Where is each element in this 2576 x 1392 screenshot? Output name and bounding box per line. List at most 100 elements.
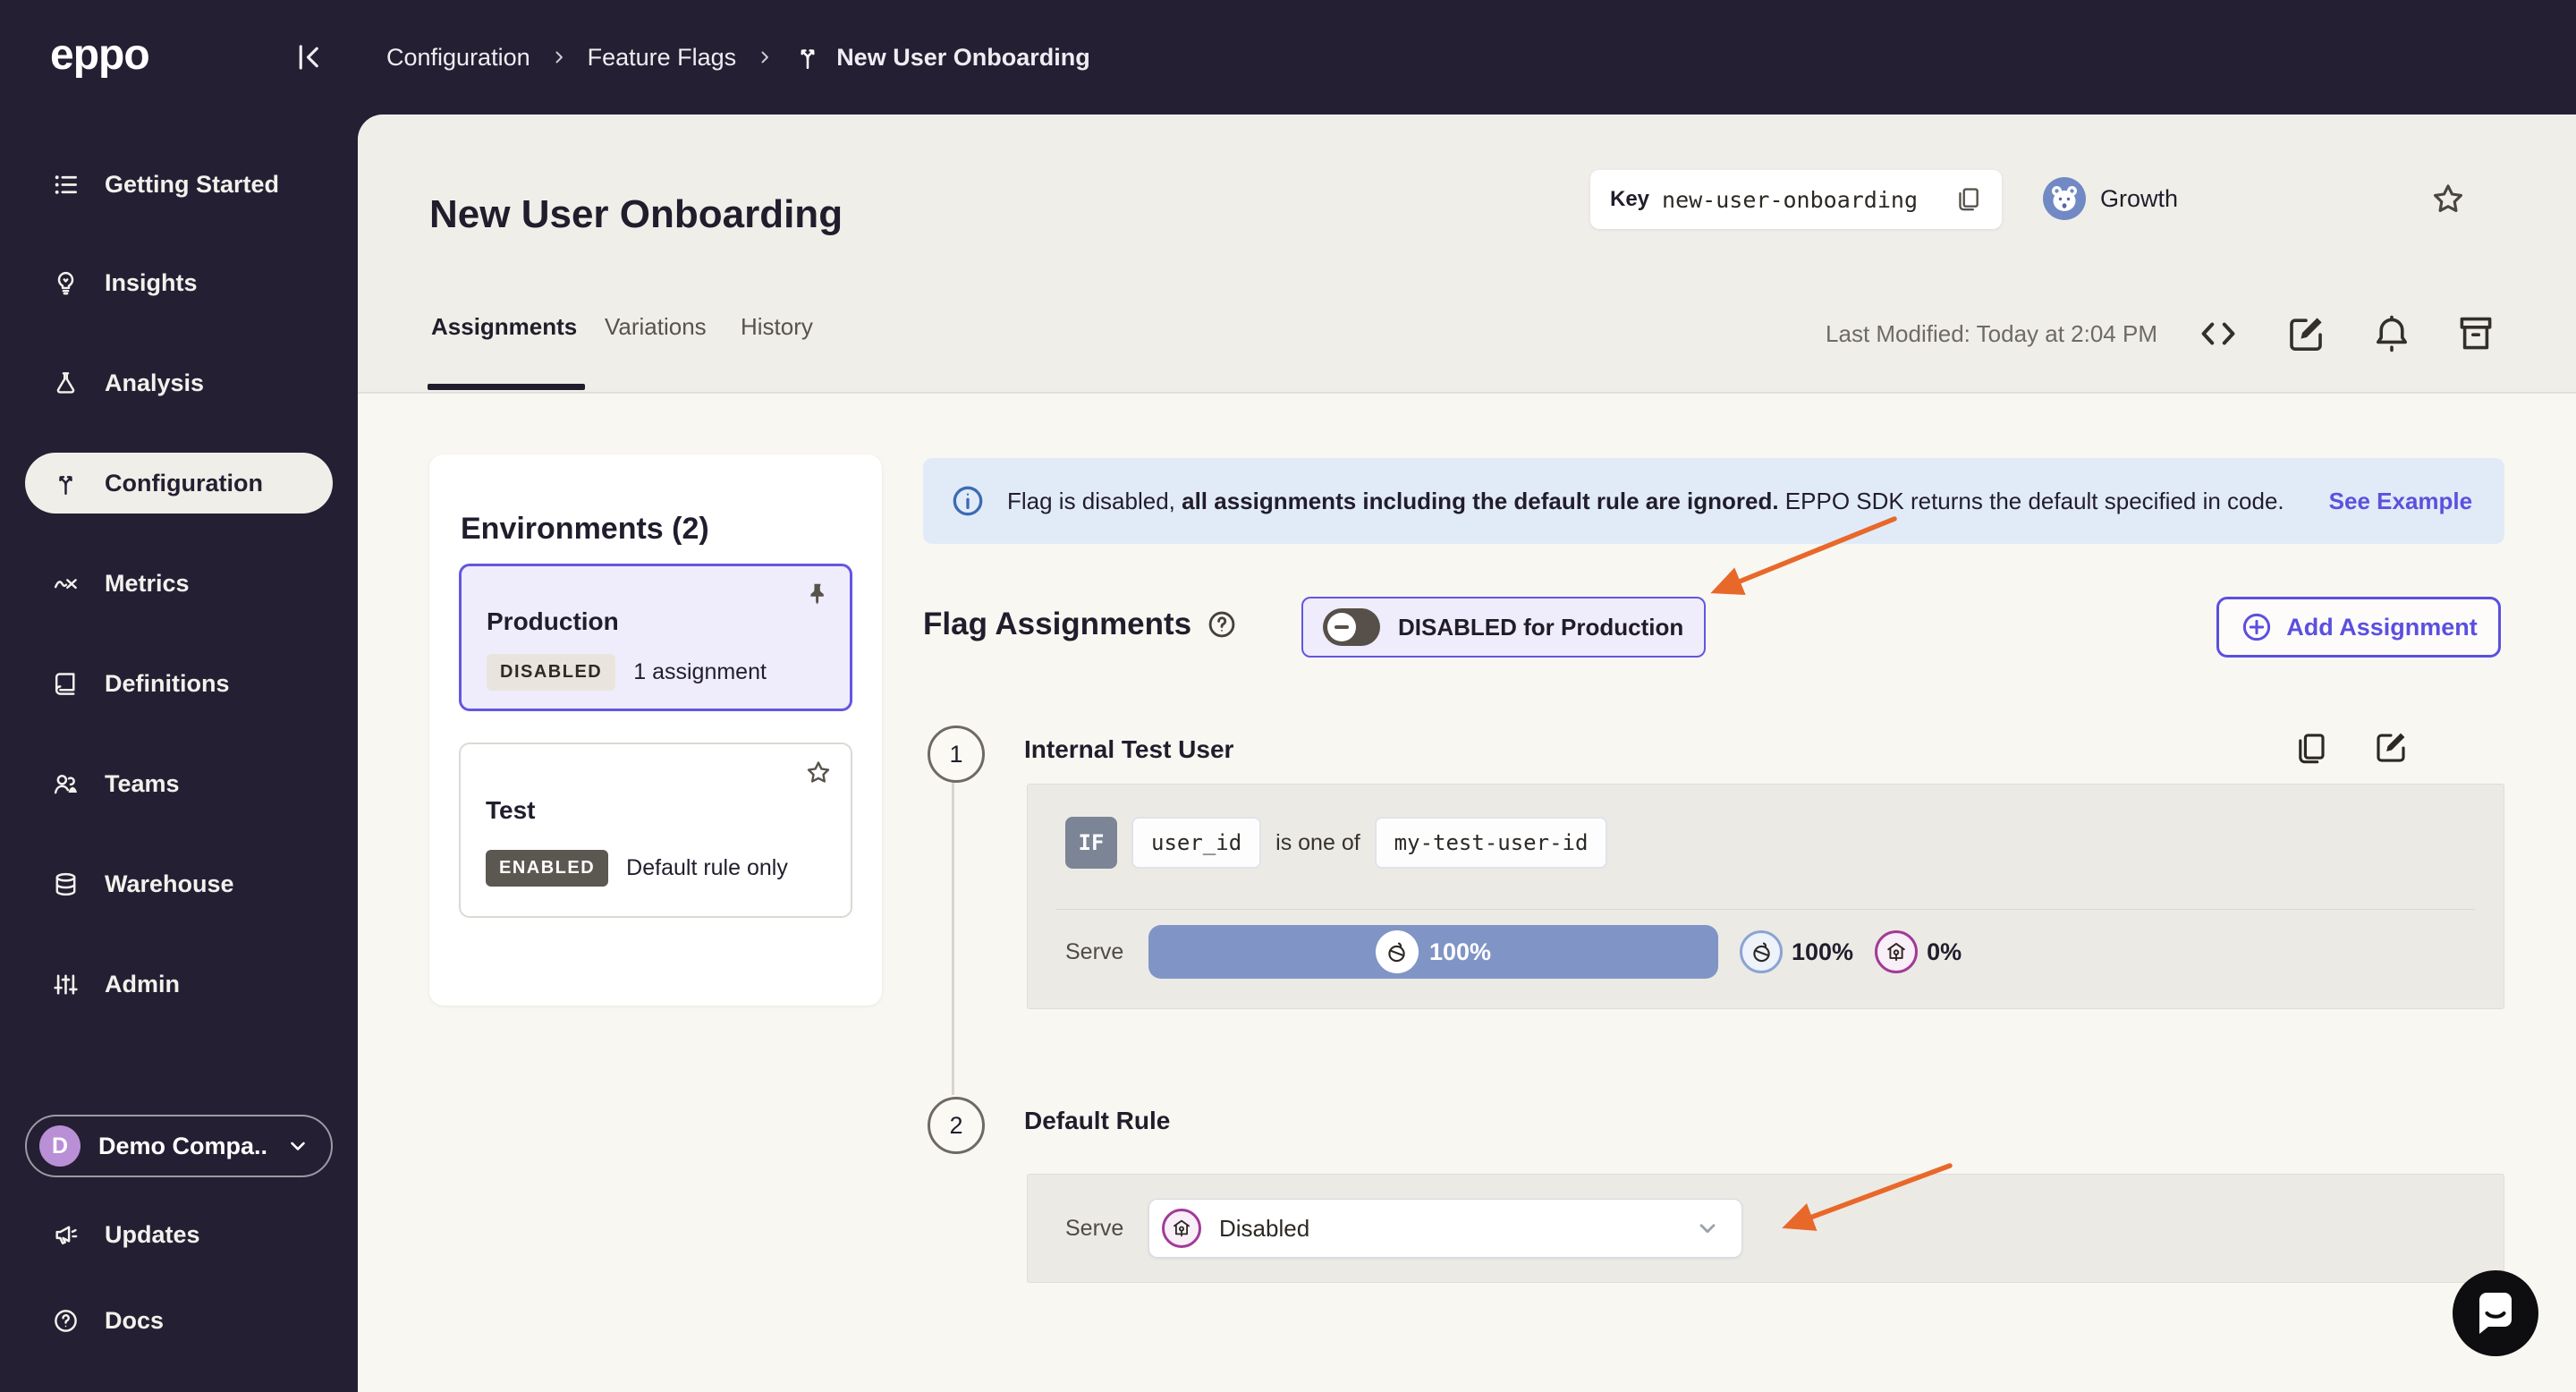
rule-name-default-rule: Default Rule (1024, 1107, 1171, 1134)
chevron-down-icon (1695, 1216, 1720, 1241)
sidebar-item-teams[interactable]: Teams (25, 755, 333, 812)
chat-launcher-button[interactable] (2453, 1270, 2538, 1356)
environment-card-production[interactable]: Production DISABLED 1 assignment (459, 564, 852, 711)
info-icon (950, 483, 986, 519)
sidebar-item-insights[interactable]: Insights (25, 254, 333, 311)
sidebar-item-admin[interactable]: Admin (25, 955, 333, 1013)
environments-card: Environments (2) Production DISABLED 1 a… (429, 454, 882, 1006)
sidebar-item-metrics[interactable]: Metrics (25, 555, 333, 612)
condition-attribute-chip[interactable]: user_id (1131, 817, 1262, 869)
add-assignment-button[interactable]: Add Assignment (2216, 597, 2501, 658)
last-modified-text: Last Modified: Today at 2:04 PM (1826, 320, 2157, 347)
serve-label: Serve (1065, 938, 1124, 964)
serve-label: Serve (1065, 1215, 1124, 1241)
environment-name: Production (487, 607, 619, 635)
tab-history[interactable]: History (741, 313, 813, 341)
sidebar-item-docs[interactable]: Docs (25, 1292, 333, 1349)
bear-team-icon (2043, 177, 2086, 220)
breadcrumb-configuration[interactable]: Configuration (386, 44, 530, 72)
sidebar-item-warehouse[interactable]: Warehouse (25, 855, 333, 912)
serve-row: Serve Disabled (1065, 1199, 1742, 1258)
archive-icon[interactable] (2454, 312, 2497, 355)
code-icon[interactable] (2197, 312, 2240, 355)
legend-percent: 0% (1927, 938, 1962, 965)
sidebar-item-label: Insights (105, 268, 198, 296)
sidebar-collapse-button[interactable] (293, 41, 326, 73)
team-badge[interactable]: Growth (2043, 177, 2178, 220)
toggle-off-icon (1323, 608, 1380, 646)
sidebar-item-label: Warehouse (105, 870, 234, 897)
banner-text: Flag is disabled, all assignments includ… (1007, 487, 2284, 514)
sidebar-item-definitions[interactable]: Definitions (25, 655, 333, 712)
step-connector-line (952, 780, 954, 1095)
flag-enable-toggle[interactable]: DISABLED for Production (1301, 597, 1706, 658)
tab-assignments[interactable]: Assignments (431, 313, 577, 341)
favorite-star-icon[interactable] (2429, 181, 2467, 218)
legend-disabled-variation: 0% (1875, 930, 1962, 973)
sidebar-item-getting-started[interactable]: Getting Started (25, 156, 333, 213)
people-icon (52, 770, 80, 798)
star-icon[interactable] (804, 759, 833, 787)
toggle-label: DISABLED for Production (1398, 613, 1684, 641)
key-label: Key (1610, 187, 1650, 211)
flask-icon (52, 369, 80, 397)
help-icon (52, 1307, 80, 1335)
edit-icon[interactable] (2284, 312, 2327, 355)
team-name: Growth (2100, 184, 2179, 212)
flag-branch-icon (793, 43, 822, 72)
environment-detail: Default rule only (626, 855, 788, 880)
copy-rule-icon[interactable] (2292, 730, 2329, 768)
chevron-down-icon (286, 1134, 309, 1158)
add-assignment-label: Add Assignment (2286, 613, 2478, 641)
sidebar-item-configuration[interactable]: Configuration (25, 453, 333, 514)
condition-value-chip[interactable]: my-test-user-id (1374, 817, 1608, 869)
bell-icon[interactable] (2370, 312, 2413, 355)
enabled-variation-icon (1740, 930, 1783, 973)
sidebar-item-analysis[interactable]: Analysis (25, 354, 333, 412)
sidebar-item-label: Metrics (105, 569, 190, 597)
question-icon[interactable] (1206, 608, 1238, 641)
sidebar: Getting Started Insights Analysis Config… (0, 115, 358, 1392)
copy-icon[interactable] (1953, 185, 1982, 214)
legend-percent: 100% (1792, 938, 1854, 965)
org-name: Demo Compa... (98, 1132, 268, 1159)
sidebar-item-updates[interactable]: Updates (25, 1206, 333, 1263)
flag-key-pill[interactable]: Key new-user-onboarding (1590, 170, 2002, 229)
edit-rule-icon[interactable] (2372, 728, 2410, 766)
main-panel: New User Onboarding Key new-user-onboard… (358, 115, 2576, 1392)
chat-bubble-icon (2453, 1270, 2538, 1356)
eppo-logo[interactable]: eppo (50, 30, 150, 80)
breadcrumb-feature-flags[interactable]: Feature Flags (588, 44, 737, 72)
condition-operator: is one of (1275, 829, 1360, 855)
status-badge: ENABLED (486, 850, 609, 887)
see-example-link[interactable]: See Example (2329, 488, 2472, 515)
legend-enabled-variation: 100% (1740, 930, 1853, 973)
app-root: eppo Configuration Feature Flags New Use… (0, 0, 2576, 1392)
sidebar-item-label: Updates (105, 1220, 200, 1248)
pin-icon[interactable] (803, 581, 832, 609)
top-bar: eppo Configuration Feature Flags New Use… (0, 0, 2576, 115)
rule-box-default-rule: Serve Disabled (1027, 1174, 2504, 1283)
key-value: new-user-onboarding (1662, 186, 1919, 213)
sidebar-item-label: Teams (105, 769, 180, 797)
branch-icon (52, 470, 80, 497)
breadcrumb-current-flag: New User Onboarding (836, 43, 1090, 71)
sidebar-item-label: Admin (105, 970, 180, 997)
plus-circle-icon (2240, 610, 2274, 644)
database-icon (52, 870, 80, 898)
environment-card-test[interactable]: Test ENABLED Default rule only (459, 743, 852, 918)
step-number-2: 2 (928, 1097, 985, 1154)
list-icon (52, 171, 80, 199)
serve-distribution-bar[interactable]: 100% (1148, 925, 1718, 979)
sliders-icon (52, 971, 80, 998)
disabled-variation-icon (1162, 1209, 1201, 1248)
tab-variations[interactable]: Variations (605, 313, 707, 341)
default-serve-dropdown[interactable]: Disabled (1148, 1199, 1742, 1258)
sidebar-item-label: Docs (105, 1306, 165, 1334)
rule-name-internal-test-user: Internal Test User (1024, 735, 1234, 763)
sidebar-item-label: Getting Started (105, 170, 280, 198)
chevron-right-icon (550, 48, 568, 66)
serve-bar-percent: 100% (1428, 938, 1492, 965)
org-switcher[interactable]: D Demo Compa... (25, 1115, 333, 1177)
sidebar-item-label: Analysis (105, 369, 205, 396)
